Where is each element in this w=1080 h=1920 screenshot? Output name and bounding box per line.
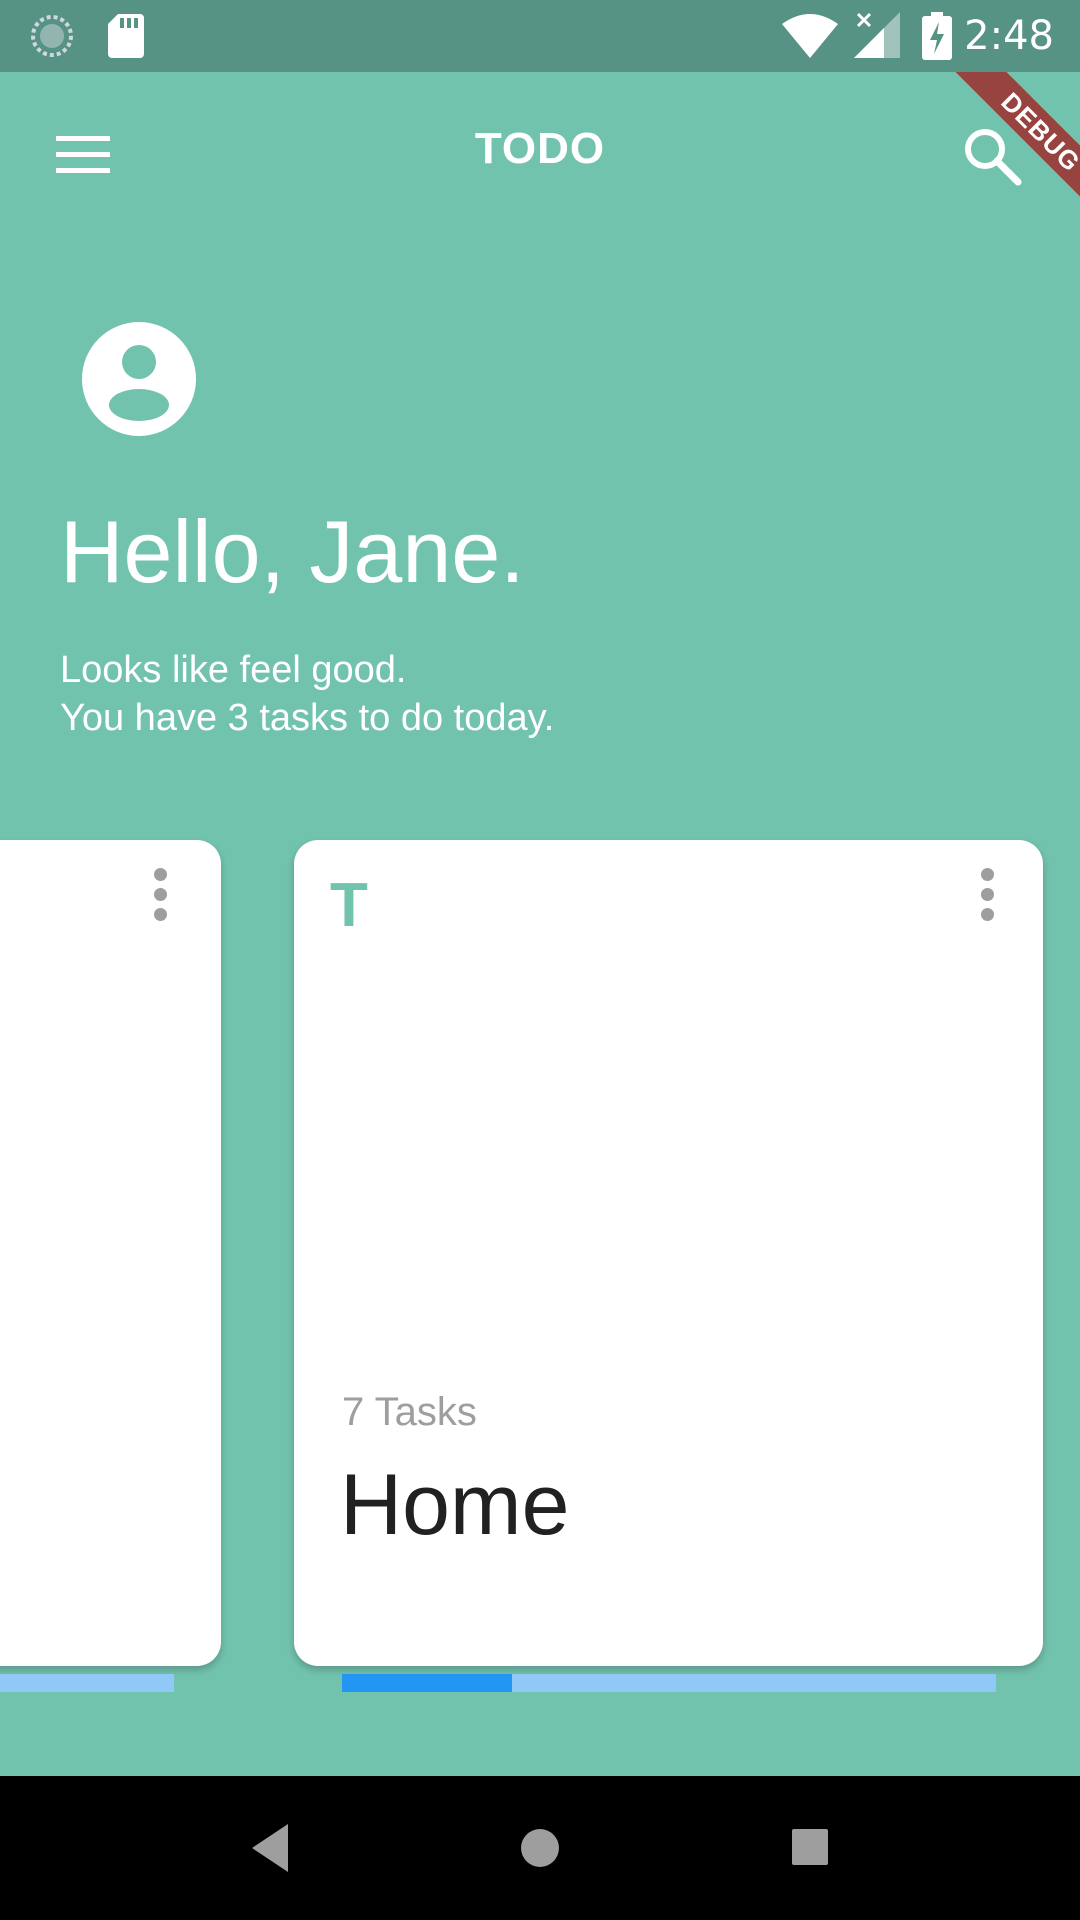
app-screen: TODO Hello, Jane. Looks like feel good. … bbox=[0, 72, 1080, 1776]
task-count: 7 Tasks bbox=[342, 1390, 477, 1434]
category-card-home[interactable]: T 7 Tasks Home bbox=[294, 840, 1043, 1692]
more-vert-icon[interactable] bbox=[148, 868, 172, 922]
signal-icon bbox=[854, 12, 900, 58]
status-bar: 2:48 bbox=[0, 0, 1080, 72]
back-icon[interactable] bbox=[248, 1822, 292, 1874]
greeting-subtitle: Looks like feel good. You have 3 tasks t… bbox=[60, 646, 554, 742]
system-nav-bar bbox=[0, 1776, 1080, 1920]
category-initial-icon: T bbox=[330, 871, 368, 940]
category-name: Home bbox=[340, 1457, 570, 1553]
category-card-previous[interactable] bbox=[0, 840, 221, 1692]
subtitle-line-2: You have 3 tasks to do today. bbox=[60, 697, 555, 739]
wifi-icon bbox=[782, 14, 838, 58]
recents-icon[interactable] bbox=[791, 1828, 829, 1866]
battery-charging-icon bbox=[922, 12, 952, 60]
home-icon[interactable] bbox=[520, 1828, 560, 1868]
greeting-heading: Hello, Jane. bbox=[60, 502, 525, 601]
more-vert-icon[interactable] bbox=[975, 868, 999, 922]
subtitle-line-1: Looks like feel good. bbox=[60, 649, 407, 691]
account-circle-icon[interactable] bbox=[82, 322, 196, 436]
status-time: 2:48 bbox=[964, 13, 1054, 59]
task-progress-bar bbox=[0, 1674, 174, 1692]
sync-icon bbox=[31, 15, 73, 57]
page-title: TODO bbox=[474, 124, 606, 173]
task-progress-bar bbox=[342, 1674, 996, 1692]
search-icon[interactable] bbox=[960, 124, 1024, 188]
sd-card-icon bbox=[108, 14, 144, 58]
